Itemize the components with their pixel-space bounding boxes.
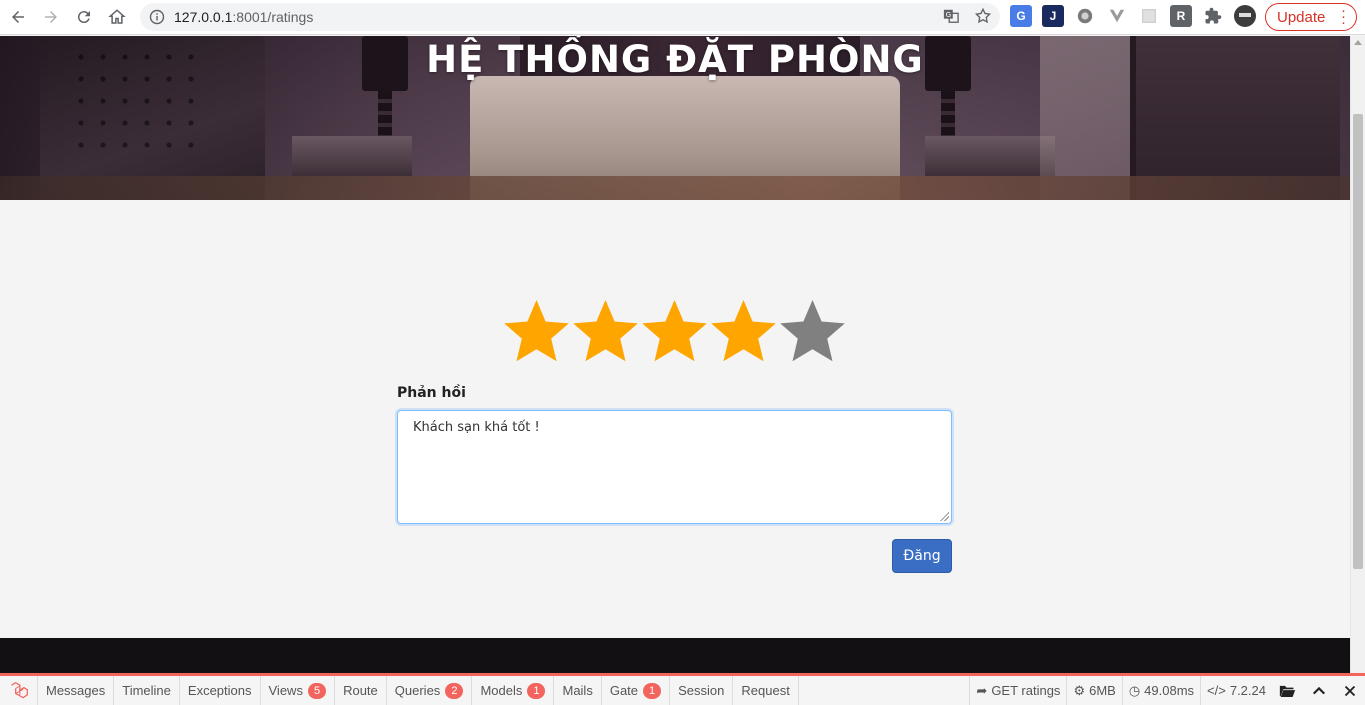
debugbar-tab-mails[interactable]: Mails	[554, 676, 602, 705]
debugbar-tab-label: Gate	[609, 683, 639, 698]
memory-info: ⚙ 6MB	[1066, 676, 1121, 705]
chevron-up-icon[interactable]	[1303, 676, 1334, 705]
debugbar: Messages Timeline Exceptions Views 5 Route Que…	[0, 673, 1365, 705]
debugbar-tab-queries[interactable]: Queries 2	[387, 676, 473, 705]
clock-icon: ◷	[1128, 682, 1141, 698]
debugbar-tab-request[interactable]: Request	[733, 676, 799, 705]
debugbar-tab-label: Views	[268, 683, 303, 698]
share-arrow-icon: ➦	[976, 682, 988, 698]
debugbar-tab-session[interactable]: Session	[670, 676, 734, 705]
cogs-icon: ⚙	[1073, 682, 1086, 698]
debugbar-tab-label: Models	[480, 683, 523, 698]
debugbar-tab-label: Exceptions	[187, 683, 252, 698]
puzzle-extensions-icon[interactable]	[1202, 5, 1224, 27]
address-bar[interactable]: 127.0.0.1:8001/ratings G	[140, 3, 1000, 31]
svg-text:G: G	[946, 10, 952, 19]
debugbar-tab-label: Timeline	[122, 683, 171, 698]
extensions-row: G J R	[1010, 5, 1256, 27]
star-filled-icon[interactable]	[641, 298, 708, 365]
page-footer	[0, 638, 1350, 673]
code-icon: </>	[1207, 683, 1226, 698]
debugbar-tab-badge: 5	[307, 682, 327, 699]
circle-extension-icon[interactable]	[1074, 5, 1096, 27]
debugbar-tab-models[interactable]: Models 1	[472, 676, 555, 705]
bookmark-star-icon[interactable]	[974, 7, 992, 25]
star-filled-icon[interactable]	[572, 298, 639, 365]
debugbar-tab-badge: 1	[643, 682, 662, 699]
debugbar-tabs: Messages Timeline Exceptions Views 5 Route Que…	[38, 676, 799, 705]
r-extension-icon[interactable]: R	[1170, 5, 1192, 27]
back-button[interactable]	[3, 2, 33, 32]
translate-icon[interactable]: G	[942, 7, 960, 25]
submit-button[interactable]: Đăng	[892, 539, 952, 573]
debugbar-tab-gate[interactable]: Gate 1	[602, 676, 671, 705]
page-scrollbar[interactable]	[1350, 36, 1365, 673]
laravel-logo-icon[interactable]	[0, 676, 38, 705]
hero-nightstand-right	[925, 136, 1055, 176]
back-arrow-icon	[12, 11, 24, 23]
debugbar-tab-badge: 1	[527, 682, 546, 699]
home-button[interactable]	[102, 2, 132, 32]
menu-dots-icon: · · ·	[1341, 2, 1346, 31]
debugbar-tab-label: Messages	[46, 683, 106, 698]
star-filled-icon[interactable]	[710, 298, 777, 365]
feedback-textarea[interactable]: Khách sạn khá tốt !	[397, 410, 952, 524]
hero-floor	[0, 176, 1350, 200]
request-label: GET ratings	[991, 683, 1061, 698]
debugbar-tab-label: Session	[678, 683, 725, 698]
star-empty-icon[interactable]	[779, 298, 846, 365]
debugbar-tab-timeline[interactable]: Timeline	[114, 676, 180, 705]
update-label: Update	[1277, 8, 1326, 26]
close-icon[interactable]	[1334, 676, 1365, 705]
update-button[interactable]: Update · · ·	[1265, 3, 1357, 31]
rating-stars	[503, 298, 846, 365]
grid-extension-icon[interactable]	[1138, 5, 1160, 27]
profile-avatar[interactable]	[1234, 5, 1256, 27]
hero-nightstand-left	[292, 136, 412, 176]
j-extension-icon[interactable]: J	[1042, 5, 1064, 27]
memory-label: 6MB	[1089, 683, 1116, 698]
reload-icon	[77, 11, 90, 24]
url-text: 127.0.0.1:8001/ratings	[174, 9, 314, 25]
debugbar-tab-label: Route	[343, 683, 378, 698]
php-version-label: 7.2.24	[1229, 683, 1266, 698]
home-icon	[108, 9, 126, 24]
forward-arrow-icon	[45, 11, 57, 23]
debugbar-tab-route[interactable]: Route	[335, 676, 387, 705]
forward-button[interactable]	[36, 2, 66, 32]
vue-extension-icon[interactable]	[1106, 5, 1128, 27]
debugbar-tab-views[interactable]: Views 5	[261, 676, 336, 705]
time-info: ◷ 49.08ms	[1121, 676, 1200, 705]
google-translate-extension-icon[interactable]: G	[1010, 5, 1032, 27]
folder-open-icon[interactable]	[1272, 676, 1303, 705]
scroll-up-icon[interactable]	[1354, 40, 1362, 45]
scroll-thumb[interactable]	[1353, 114, 1363, 569]
debugbar-info: ➦ GET ratings ⚙ 6MB ◷ 49.08ms </> 7.2.24	[969, 676, 1365, 705]
debugbar-tab-exceptions[interactable]: Exceptions	[180, 676, 261, 705]
debugbar-tab-messages[interactable]: Messages	[38, 676, 115, 705]
feedback-label: Phản hồi	[397, 385, 466, 401]
star-filled-icon[interactable]	[503, 298, 570, 365]
debugbar-tab-label: Request	[741, 683, 790, 698]
php-version-info: </> 7.2.24	[1200, 676, 1272, 705]
page-title: HỆ THỐNG ĐẶT PHÒNG	[426, 38, 924, 81]
debugbar-tab-label: Mails	[562, 683, 593, 698]
reload-button[interactable]	[69, 2, 99, 32]
debugbar-tab-label: Queries	[394, 683, 441, 698]
textarea-resize-handle[interactable]	[940, 512, 949, 521]
browser-toolbar: 127.0.0.1:8001/ratings G G J R Update · ·…	[0, 0, 1365, 35]
hero-banner: HỆ THỐNG ĐẶT PHÒNG	[0, 36, 1350, 200]
time-label: 49.08ms	[1144, 683, 1195, 698]
info-icon	[149, 9, 165, 25]
request-info[interactable]: ➦ GET ratings	[969, 676, 1066, 705]
debugbar-tab-badge: 2	[445, 682, 464, 699]
